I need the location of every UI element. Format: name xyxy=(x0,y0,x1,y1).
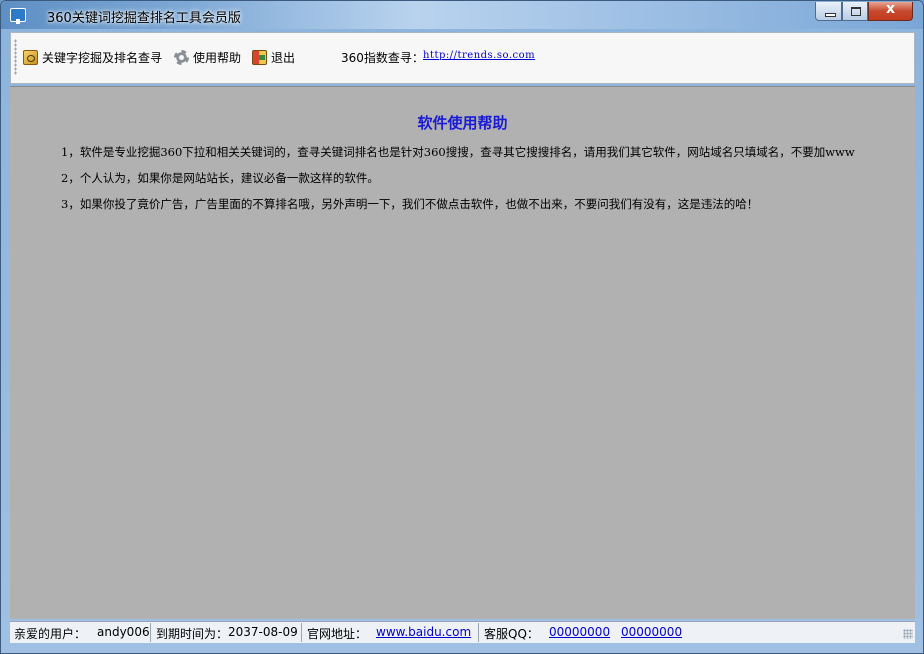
user-label: 亲爱的用户： xyxy=(14,627,87,641)
qq-link-2[interactable]: 00000000 xyxy=(621,625,682,639)
index-query-label: 360指数查寻： xyxy=(341,51,424,65)
index-query-link[interactable]: http://trends.so.com xyxy=(423,50,535,61)
status-divider xyxy=(478,623,479,642)
status-divider xyxy=(301,623,302,642)
keyword-mining-label: 关键字挖掘及排名查寻 xyxy=(42,50,163,65)
help-label: 使用帮助 xyxy=(193,50,242,65)
maximize-button[interactable] xyxy=(842,2,868,21)
exit-label: 退出 xyxy=(271,50,296,65)
help-line-3: 3，如果你投了竟价广告，广告里面的不算排名哦，另外声明一下，我们不做点击软件，也… xyxy=(61,197,759,211)
exit-icon xyxy=(252,49,267,65)
qq-label: 客服QQ： xyxy=(484,627,539,641)
help-panel: 软件使用帮助 1，软件是专业挖掘360下拉和相关关键词的，查寻关键词排名也是针对… xyxy=(10,86,915,619)
resize-grip[interactable] xyxy=(903,629,913,639)
close-icon: x xyxy=(885,1,896,17)
status-divider xyxy=(150,623,151,642)
help-button[interactable]: 使用帮助 xyxy=(174,47,241,67)
close-button[interactable]: x xyxy=(868,1,913,21)
window-title: 360关键词挖掘查排名工具会员版 xyxy=(47,11,241,26)
key-icon xyxy=(23,49,38,65)
help-line-2: 2，个人认为，如果你是网站站长，建议必备一款这样的软件。 xyxy=(61,171,379,185)
site-link[interactable]: www.baidu.com xyxy=(376,625,471,639)
status-bar: 亲爱的用户： andy006 到期时间为： 2037-08-09 官网地址： w… xyxy=(10,621,915,643)
title-bar[interactable]: 360关键词挖掘查排名工具会员版 x xyxy=(1,1,923,29)
exit-button[interactable]: 退出 xyxy=(252,47,295,67)
user-name: andy006 xyxy=(97,625,150,639)
toolbar-grip[interactable] xyxy=(14,39,17,75)
keyword-mining-button[interactable]: 关键字挖掘及排名查寻 xyxy=(23,47,162,67)
app-window: 360关键词挖掘查排名工具会员版 x 关键字挖掘及排名查寻 使用帮助 退出 36… xyxy=(0,0,924,654)
gear-icon xyxy=(174,49,189,65)
site-label: 官网地址： xyxy=(307,627,368,641)
help-line-1: 1，软件是专业挖掘360下拉和相关关键词的，查寻关键词排名也是针对360搜搜，查… xyxy=(61,145,855,159)
expire-date: 2037-08-09 xyxy=(228,625,298,639)
help-title: 软件使用帮助 xyxy=(417,114,508,132)
expire-label: 到期时间为： xyxy=(156,627,229,641)
toolbar: 关键字挖掘及排名查寻 使用帮助 退出 360指数查寻： http://trend… xyxy=(10,32,915,84)
minimize-button[interactable] xyxy=(815,2,842,21)
app-icon[interactable] xyxy=(10,8,26,24)
qq-link-1[interactable]: 00000000 xyxy=(549,625,610,639)
